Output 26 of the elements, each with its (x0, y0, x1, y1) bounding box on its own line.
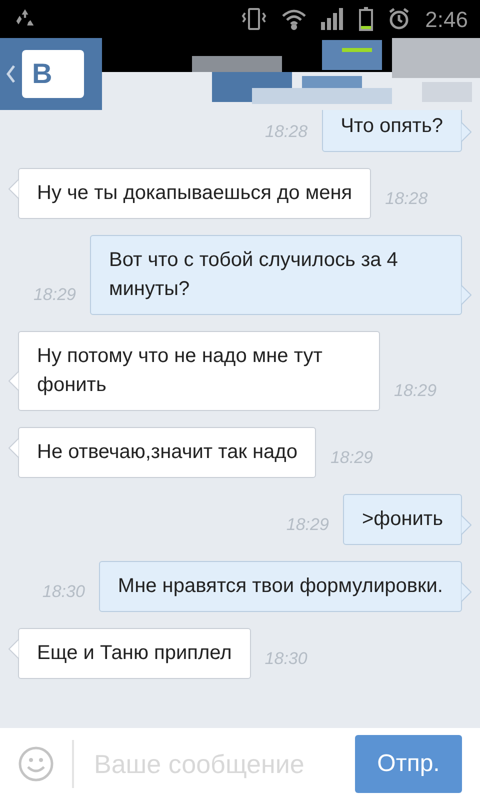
vibrate-icon (241, 6, 268, 32)
bubble-tail (8, 371, 19, 391)
send-button[interactable]: Отпр. (355, 735, 462, 793)
bubble-tail (8, 179, 19, 199)
bubble-tail (461, 122, 472, 142)
smiley-icon[interactable] (18, 746, 54, 782)
bubble-tail (461, 285, 472, 305)
back-icon[interactable] (6, 64, 16, 84)
message-bubble: Ну че ты докапываешься до меня (18, 168, 372, 219)
bubble-tail (461, 515, 472, 535)
clock-time: 2:46 (425, 6, 468, 34)
message-bubble: Мне нравятся твои формулировки. (98, 561, 462, 612)
alarm-icon (387, 7, 412, 31)
message-bubble: Вот что с тобой случилось за 4 минуты? (90, 235, 462, 315)
wifi-icon (281, 8, 308, 30)
signal-icon (321, 8, 346, 30)
message-bubble: >фонить (342, 494, 462, 545)
bubble-tail (8, 438, 19, 458)
bubble-tail (8, 639, 19, 659)
message-bubble: Не отвечаю,значит так надо (18, 427, 316, 478)
bubble-tail (461, 582, 472, 602)
logo: В (22, 50, 84, 98)
message-bubble: Еще и Таню приплел (18, 628, 251, 679)
message-bubble: Ну потому что не надо мне тут фонить (18, 331, 380, 411)
message-bubble: Что опять? (322, 110, 462, 152)
battery-icon (359, 7, 374, 31)
